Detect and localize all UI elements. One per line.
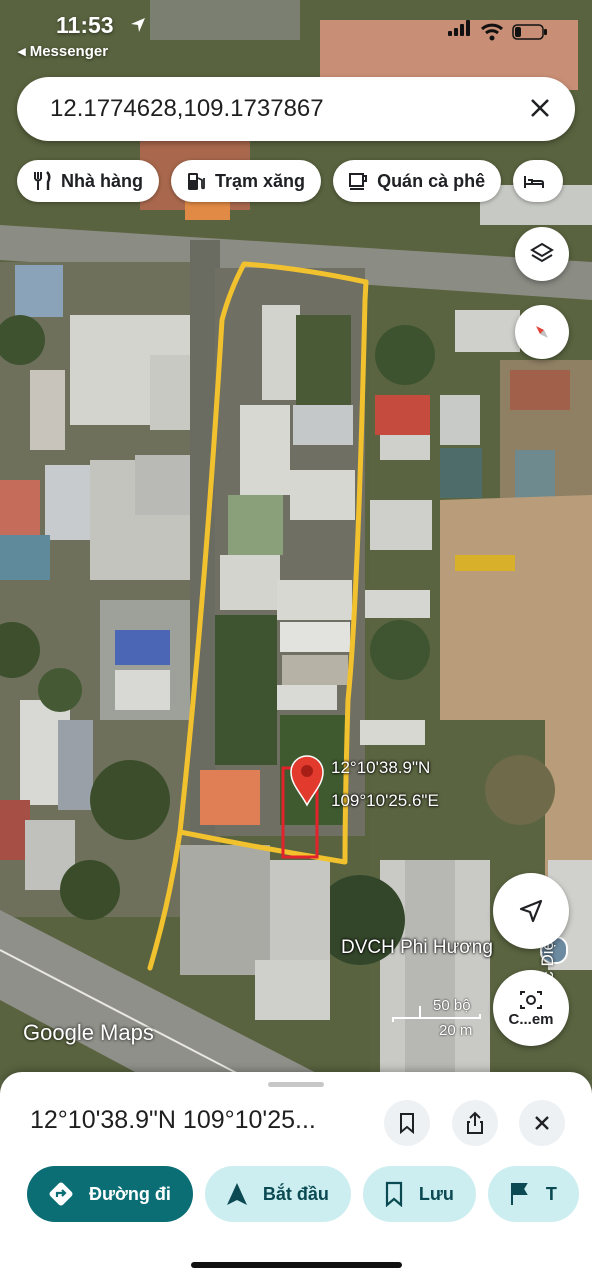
close-sheet-button[interactable] — [519, 1100, 565, 1146]
navigation-arrow-icon — [226, 1183, 247, 1205]
share-button[interactable] — [452, 1100, 498, 1146]
map-building — [270, 860, 330, 960]
camera-icon — [520, 990, 542, 1009]
sheet-drag-handle[interactable] — [268, 1082, 324, 1087]
place-title: 12°10'38.9"N 109°10'25... — [30, 1106, 316, 1134]
compass-button[interactable] — [515, 305, 569, 359]
scale-label-meters: 20 m — [439, 1022, 473, 1039]
map-building — [282, 655, 348, 685]
map-building — [370, 500, 432, 550]
status-time: 11:53 — [56, 12, 114, 38]
my-location-button[interactable] — [493, 873, 569, 949]
battery-icon — [512, 24, 547, 40]
chip-gas-stations[interactable]: Trạm xăng — [171, 160, 322, 202]
search-bar[interactable]: 12.1774628,109.1737867 — [17, 77, 575, 141]
start-label: Bắt đầu — [262, 1183, 329, 1204]
map-building — [255, 960, 330, 1020]
scale-label-feet: 50 bộ — [433, 997, 471, 1014]
directions-button[interactable]: Đường đi — [27, 1166, 193, 1222]
camera-label: C...em — [508, 1010, 554, 1028]
pin-longitude-label: 109°10'25.6"E — [331, 791, 439, 810]
map-building — [115, 670, 170, 710]
map-building — [296, 315, 351, 405]
chip-coffee[interactable]: Quán cà phê — [333, 160, 502, 202]
action-buttons: Đường đi Bắt đầu Lưu T — [27, 1166, 579, 1222]
map-building — [200, 770, 260, 825]
google-maps-watermark: Google Maps — [23, 1020, 154, 1045]
map-building — [290, 470, 355, 520]
pin-latitude-label: 12°10'38.9"N — [331, 758, 431, 777]
map-building — [277, 580, 352, 620]
map-building — [115, 630, 170, 665]
map-building — [515, 450, 555, 500]
map-building — [510, 370, 570, 410]
label-button-label: T — [545, 1183, 557, 1204]
map-building — [58, 720, 93, 810]
map-building — [440, 448, 482, 498]
layers-button[interactable] — [515, 227, 569, 281]
chip-label: Nhà hàng — [61, 170, 144, 191]
layers-icon — [530, 242, 554, 263]
directions-label: Đường đi — [89, 1183, 171, 1204]
label-button[interactable]: T — [487, 1166, 579, 1222]
navigation-arrow-icon — [519, 899, 543, 923]
map-building — [15, 265, 63, 317]
gas-station-icon — [188, 173, 205, 190]
map-building — [440, 395, 480, 445]
cellular-signal-icon — [448, 20, 472, 41]
directions-icon — [49, 1182, 73, 1206]
fork-knife-icon — [34, 171, 51, 190]
map-building — [405, 860, 455, 1080]
search-input[interactable]: 12.1774628,109.1737867 — [50, 95, 324, 123]
map-crane — [455, 555, 515, 571]
home-indicator — [191, 1262, 402, 1268]
chip-hotels[interactable] — [513, 160, 564, 202]
bookmark-icon — [400, 1113, 414, 1134]
map-building — [30, 370, 65, 450]
map-building — [0, 535, 50, 580]
map-building — [380, 435, 430, 460]
map-building — [275, 685, 337, 710]
wifi-icon — [481, 23, 503, 41]
map-building — [220, 555, 280, 610]
map-building — [240, 405, 290, 495]
camera-search-button[interactable]: C...em — [493, 970, 569, 1046]
bookmark-icon — [385, 1181, 402, 1207]
map-building — [228, 495, 283, 555]
place-sheet[interactable]: 12°10'38.9"N 109°10'25... Đường đi Bắt đ… — [0, 1072, 592, 1280]
share-icon — [467, 1111, 483, 1134]
map-building — [375, 395, 430, 435]
map-building — [135, 455, 195, 515]
compass-icon — [536, 326, 548, 338]
poi-label[interactable]: DVCH Phi Hương — [341, 937, 493, 959]
save-button[interactable]: Lưu — [362, 1166, 476, 1222]
map-building — [262, 305, 300, 400]
status-bar: 11:53 ◂ Messenger — [0, 0, 592, 70]
coffee-cup-icon — [349, 173, 368, 190]
category-chips: Nhà hàng Trạm xăng Quán cà phê — [17, 160, 564, 202]
map-building — [0, 480, 40, 540]
save-label: Lưu — [418, 1183, 454, 1204]
close-icon — [535, 1116, 549, 1130]
chip-restaurants[interactable]: Nhà hàng — [17, 160, 160, 202]
chip-label: Trạm xăng — [215, 170, 306, 191]
location-arrow-icon — [131, 18, 145, 32]
bed-icon — [524, 176, 545, 188]
back-to-messenger-link[interactable]: ◂ Messenger — [18, 42, 108, 60]
map-building — [360, 720, 425, 745]
map-building — [365, 590, 430, 618]
map-building — [180, 845, 270, 975]
start-button[interactable]: Bắt đầu — [204, 1166, 351, 1222]
map-building — [455, 310, 520, 352]
flag-icon — [510, 1183, 528, 1205]
map-building — [293, 405, 353, 445]
close-icon[interactable] — [523, 91, 557, 125]
chip-label: Quán cà phê — [377, 170, 486, 191]
map-building — [280, 622, 350, 652]
save-bookmark-button[interactable] — [384, 1100, 430, 1146]
